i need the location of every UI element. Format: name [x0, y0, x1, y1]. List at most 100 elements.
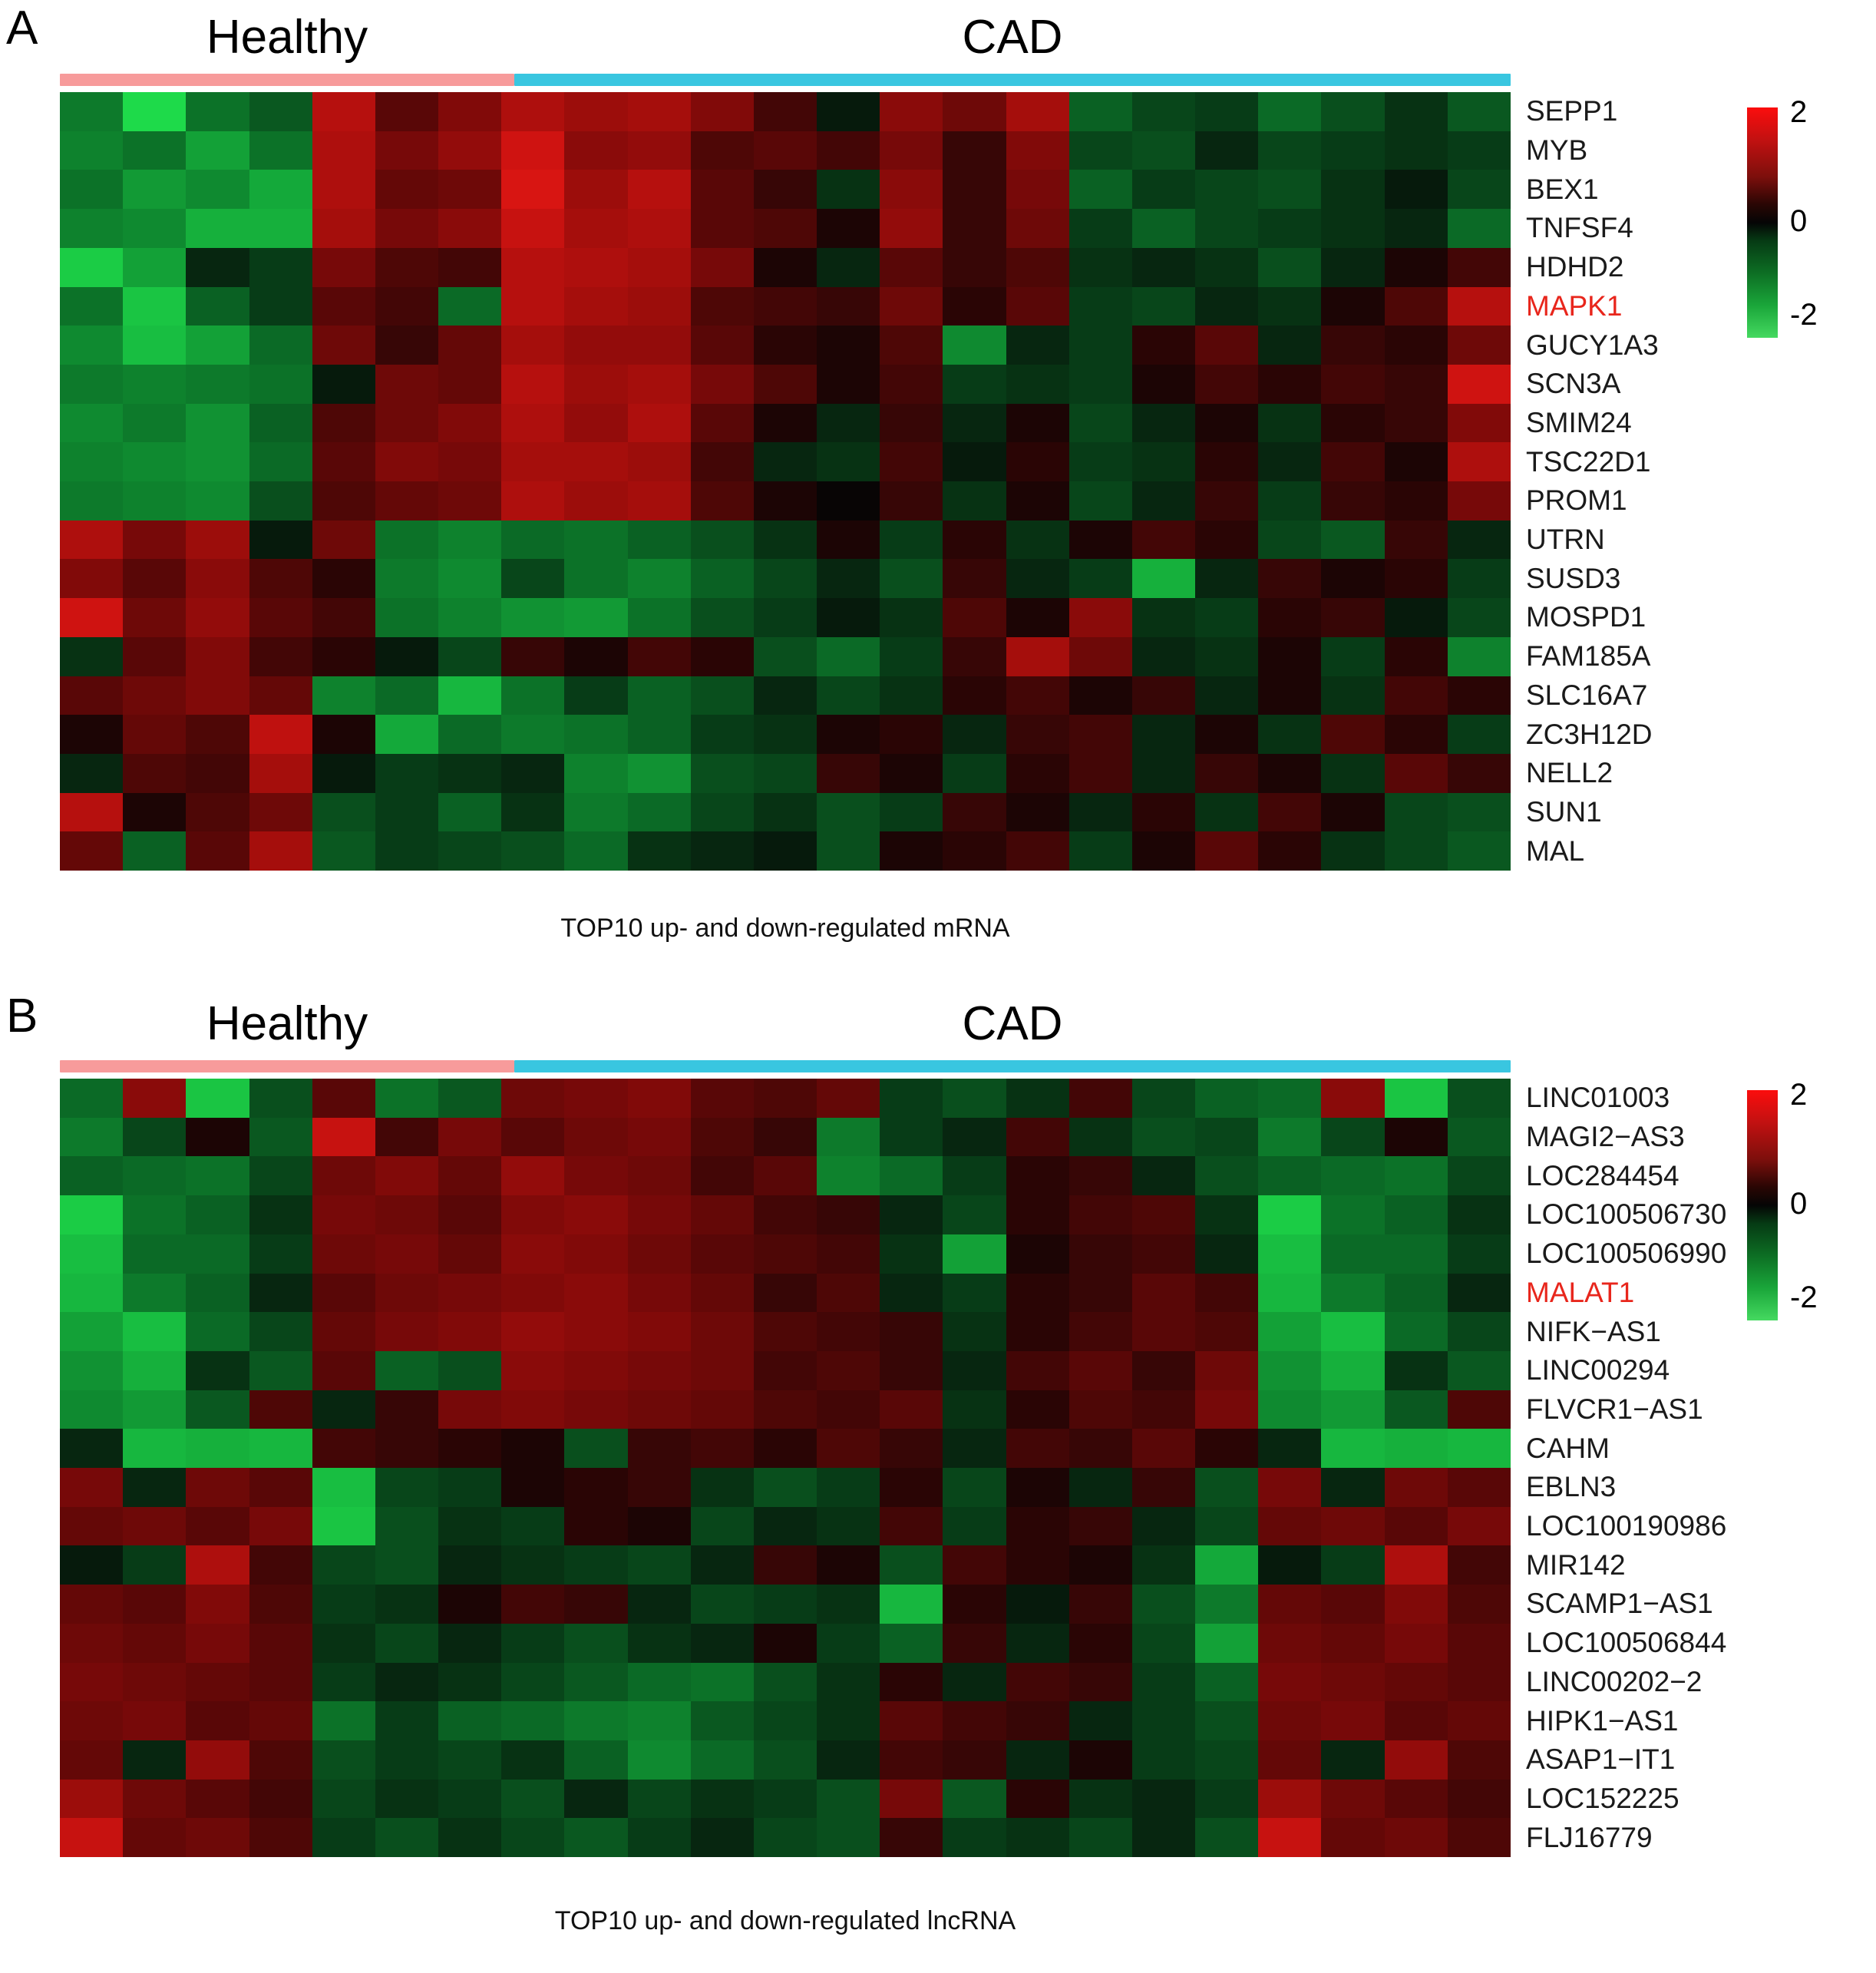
heatmap-cell [1006, 1350, 1069, 1390]
heatmap-cell [186, 1701, 249, 1740]
heatmap-cell [186, 403, 249, 443]
heatmap-cell [60, 92, 124, 131]
heatmap-cell [1384, 403, 1448, 443]
heatmap-cell [438, 831, 502, 871]
heatmap-cell [186, 559, 249, 599]
heatmap-cell [1447, 286, 1511, 326]
heatmap-cell [753, 676, 817, 716]
heatmap-cell [123, 326, 187, 365]
heatmap-cell [1447, 1662, 1511, 1702]
heatmap-cell [1195, 481, 1259, 521]
heatmap-cell [438, 792, 502, 832]
heatmap-cell [1321, 481, 1385, 521]
heatmap-cell [501, 1117, 565, 1157]
heatmap-cell [690, 1585, 754, 1624]
heatmap-cell [564, 92, 628, 131]
heatmap-cell [1447, 1273, 1511, 1313]
heatmap-cell [501, 1312, 565, 1351]
heatmap-cell [1068, 131, 1132, 170]
heatmap-cell [1384, 1818, 1448, 1857]
row-label-magi2-as3: MAGI2−AS3 [1526, 1121, 1685, 1153]
heatmap-cell [186, 1117, 249, 1157]
heatmap-cell [375, 1545, 439, 1585]
heatmap-cell [1068, 792, 1132, 832]
heatmap-cell [1195, 636, 1259, 676]
heatmap-cell [1006, 1740, 1069, 1780]
heatmap-cell [564, 286, 628, 326]
heatmap-cell [1068, 92, 1132, 131]
heatmap-cell [627, 715, 691, 754]
heatmap-cell [627, 1468, 691, 1507]
heatmap-cell [880, 1079, 943, 1118]
heatmap-cell [1447, 364, 1511, 404]
heatmap-cell [123, 481, 187, 521]
heatmap-cell [817, 1195, 880, 1234]
heatmap-cell [943, 715, 1006, 754]
heatmap-cell [123, 1545, 187, 1585]
heatmap-cell [438, 1585, 502, 1624]
panel-a-group-bar-cad [514, 74, 1511, 86]
heatmap-cell [312, 92, 375, 131]
heatmap-cell [817, 1506, 880, 1546]
heatmap-cell [690, 1818, 754, 1857]
heatmap-cell [1384, 286, 1448, 326]
heatmap-cell [438, 1779, 502, 1819]
heatmap-cell [1258, 1350, 1322, 1390]
heatmap-cell [501, 247, 565, 287]
heatmap-cell [943, 598, 1006, 637]
heatmap-cell [1131, 792, 1196, 832]
heatmap-cell [690, 1312, 754, 1351]
heatmap-cell [375, 1701, 439, 1740]
heatmap-cell [880, 1623, 943, 1663]
heatmap-cell [1258, 1662, 1322, 1702]
heatmap-cell [249, 442, 312, 481]
heatmap-cell [753, 1312, 817, 1351]
heatmap-cell [249, 1623, 312, 1663]
heatmap-cell [880, 1117, 943, 1157]
heatmap-cell [1195, 170, 1259, 210]
heatmap-cell [60, 1390, 124, 1429]
heatmap-cell [564, 209, 628, 248]
heatmap-cell [1258, 481, 1322, 521]
heatmap-cell [438, 715, 502, 754]
heatmap-cell [123, 1740, 187, 1780]
heatmap-cell [627, 1818, 691, 1857]
heatmap-cell [501, 364, 565, 404]
heatmap-cell [1447, 1545, 1511, 1585]
heatmap-cell [249, 520, 312, 560]
heatmap-cell [817, 520, 880, 560]
heatmap-cell [249, 326, 312, 365]
heatmap-cell [1321, 442, 1385, 481]
heatmap-cell [249, 1662, 312, 1702]
heatmap-cell [690, 598, 754, 637]
heatmap-cell [501, 831, 565, 871]
heatmap-cell [943, 1740, 1006, 1780]
heatmap-cell [1258, 1623, 1322, 1663]
heatmap-cell [627, 286, 691, 326]
heatmap-cell [753, 792, 817, 832]
heatmap-cell [123, 1195, 187, 1234]
heatmap-cell [312, 676, 375, 716]
heatmap-cell [564, 831, 628, 871]
row-label-loc100506990: LOC100506990 [1526, 1238, 1727, 1270]
heatmap-cell [1068, 1195, 1132, 1234]
heatmap-cell [1447, 1506, 1511, 1546]
heatmap-cell [1258, 715, 1322, 754]
heatmap-cell [1447, 676, 1511, 716]
heatmap-cell [880, 1468, 943, 1507]
heatmap-cell [438, 131, 502, 170]
heatmap-cell [1258, 1818, 1322, 1857]
panel-a-colorbar-tick-low: -2 [1790, 298, 1818, 332]
heatmap-cell [312, 131, 375, 170]
heatmap-cell [1258, 520, 1322, 560]
heatmap-cell [501, 559, 565, 599]
heatmap-cell [1258, 364, 1322, 404]
heatmap-cell [375, 715, 439, 754]
heatmap-cell [438, 1195, 502, 1234]
heatmap-cell [1195, 442, 1259, 481]
heatmap-cell [753, 1195, 817, 1234]
heatmap-cell [186, 364, 249, 404]
heatmap-cell [123, 1273, 187, 1313]
heatmap-cell [375, 1429, 439, 1468]
heatmap-cell [438, 1701, 502, 1740]
